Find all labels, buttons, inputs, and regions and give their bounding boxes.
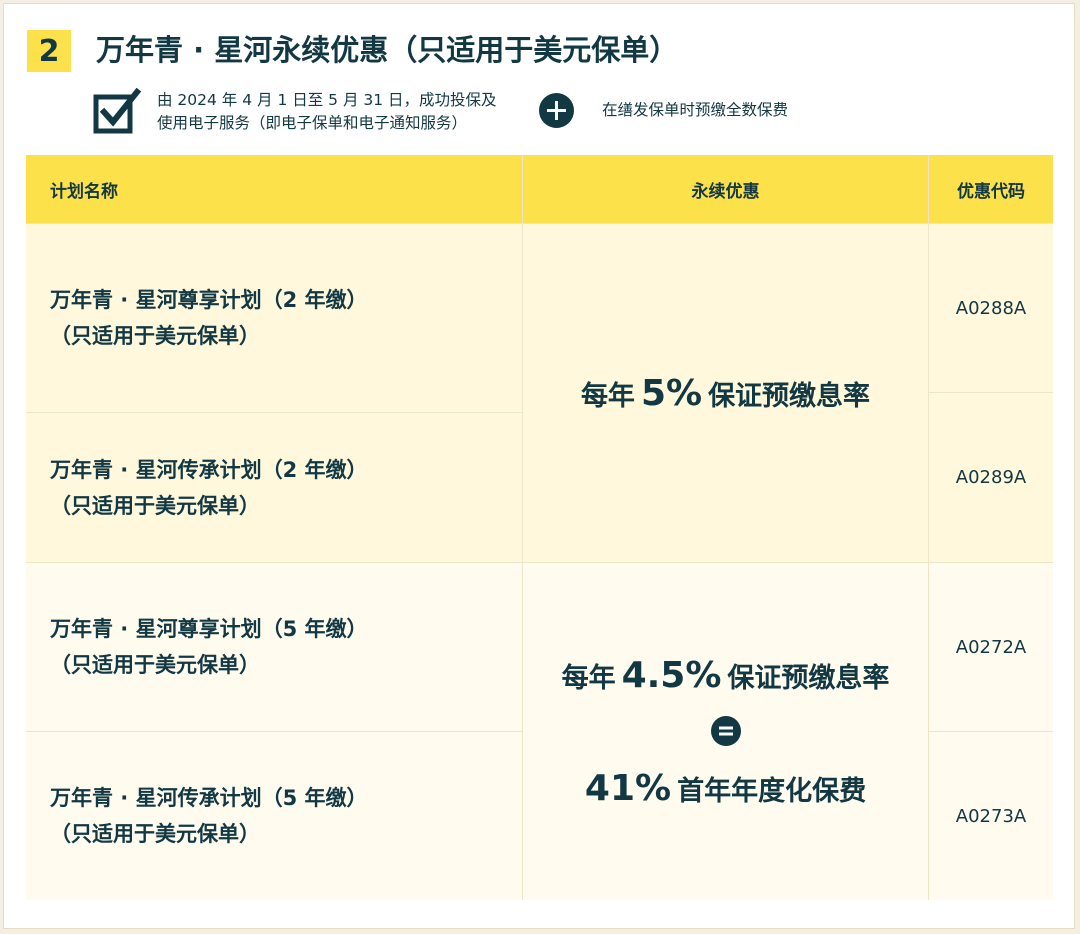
plan-name: 万年青 · 星河传承计划（2 年缴） — [50, 457, 368, 482]
column-divider — [522, 155, 523, 900]
condition-line-2: 使用电子服务（即电子保单和电子通知服务） — [157, 114, 468, 132]
plus-icon — [539, 93, 574, 128]
header-divider — [26, 223, 1053, 224]
section-number: 2 — [38, 33, 60, 69]
row-divider — [929, 731, 1053, 732]
offer-text: 每年 4.5% 保证预缴息率 — [561, 654, 890, 696]
offer-rate: 5% — [640, 372, 703, 414]
offer-text-premium: 41% 首年年度化保费 — [584, 767, 867, 809]
group-divider — [26, 562, 1053, 563]
plan-note: （只适用于美元保单） — [50, 822, 260, 846]
plan-note: （只适用于美元保单） — [50, 493, 260, 518]
equals-icon — [710, 715, 741, 746]
offer-cell-5-percent: 每年 5% 保证预缴息率 — [523, 224, 928, 562]
offer-code: A0273A — [929, 732, 1053, 900]
header-offer: 永续优惠 — [523, 155, 928, 223]
row-divider — [929, 392, 1053, 393]
prepay-condition-text: 在缮发保单时预缴全数保费 — [602, 101, 789, 119]
offer-rate: 4.5% — [621, 654, 722, 696]
offer-premium-rate: 41% — [584, 767, 672, 809]
offer-table: 计划名称 永续优惠 优惠代码 万年青 · 星河尊享计划（2 年缴） （只适用于美… — [26, 155, 1053, 900]
section-title: 万年青 · 星河永续优惠（只适用于美元保单） — [96, 33, 679, 67]
condition-line-1: 由 2024 年 4 月 1 日至 5 月 31 日，成功投保及 — [157, 91, 497, 109]
header-plan-name: 计划名称 — [26, 155, 522, 223]
table-row: 万年青 · 星河传承计划（2 年缴） （只适用于美元保单） — [26, 413, 522, 562]
table-row: 万年青 · 星河尊享计划（5 年缴） （只适用于美元保单） — [26, 563, 522, 731]
plan-note: （只适用于美元保单） — [50, 324, 260, 348]
condition-text: 由 2024 年 4 月 1 日至 5 月 31 日，成功投保及 使用电子服务（… — [157, 89, 497, 135]
checkbox-checked-icon — [93, 88, 142, 134]
row-divider — [26, 412, 522, 413]
column-divider — [928, 155, 929, 900]
offer-text: 每年 5% 保证预缴息率 — [580, 372, 871, 414]
table-row: 万年青 · 星河传承计划（5 年缴） （只适用于美元保单） — [26, 732, 522, 900]
plan-note: （只适用于美元保单） — [50, 653, 260, 677]
offer-code: A0289A — [929, 393, 1053, 562]
offer-code: A0288A — [929, 224, 1053, 392]
plan-name: 万年青 · 星河传承计划（5 年缴） — [50, 786, 368, 810]
offer-code: A0272A — [929, 563, 1053, 731]
plan-name: 万年青 · 星河尊享计划（2 年缴） — [50, 288, 368, 312]
section-number-badge: 2 — [27, 30, 71, 72]
table-row: 万年青 · 星河尊享计划（2 年缴） （只适用于美元保单） — [26, 224, 522, 412]
row-divider — [26, 731, 522, 732]
header-offer-code: 优惠代码 — [929, 155, 1053, 223]
plan-name: 万年青 · 星河尊享计划（5 年缴） — [50, 617, 368, 641]
offer-cell-4-5-percent: 每年 4.5% 保证预缴息率 41% 首年年度化保费 — [523, 563, 928, 900]
